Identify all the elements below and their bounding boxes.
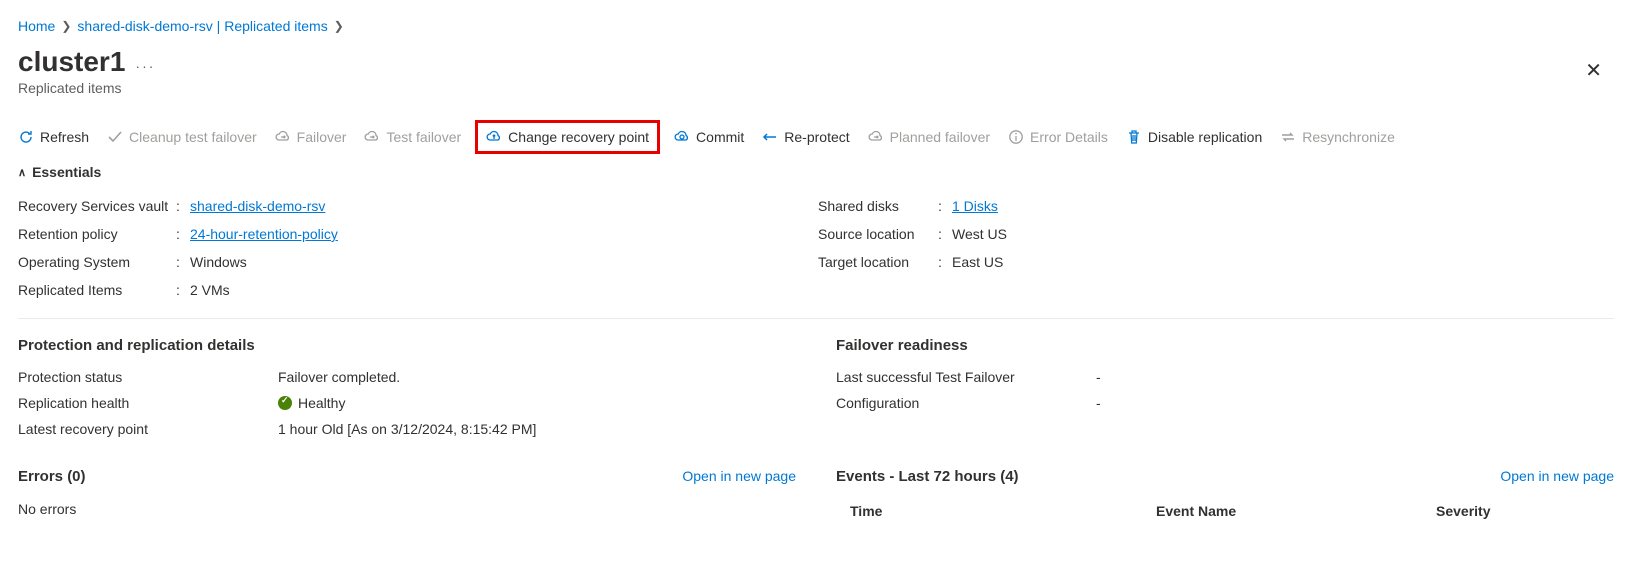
chevron-right-icon: ❯ bbox=[334, 19, 344, 33]
commit-button[interactable]: Commit bbox=[674, 129, 744, 145]
page-subtitle: Replicated items bbox=[18, 80, 1614, 96]
reprotect-button[interactable]: Re-protect bbox=[762, 129, 849, 145]
test-failover-label: Test failover bbox=[386, 129, 461, 145]
change-recovery-point-button[interactable]: Change recovery point bbox=[475, 120, 660, 154]
errors-open-link[interactable]: Open in new page bbox=[682, 468, 796, 484]
ess-ret-link[interactable]: 24-hour-retention-policy bbox=[190, 226, 338, 242]
ess-rep-label: Replicated Items bbox=[18, 282, 176, 298]
refresh-icon bbox=[18, 129, 34, 145]
cloud-arrow-icon bbox=[275, 129, 291, 145]
test-failover-button: Test failover bbox=[364, 129, 461, 145]
planned-failover-label: Planned failover bbox=[890, 129, 990, 145]
cleanup-label: Cleanup test failover bbox=[129, 129, 257, 145]
breadcrumb-home[interactable]: Home bbox=[18, 18, 55, 34]
last-test-label: Last successful Test Failover bbox=[836, 369, 1096, 385]
ess-ret-label: Retention policy bbox=[18, 226, 176, 242]
ess-tgt-value: East US bbox=[952, 254, 1003, 270]
check-icon bbox=[107, 129, 123, 145]
failover-button: Failover bbox=[275, 129, 347, 145]
info-icon bbox=[1008, 129, 1024, 145]
ess-rsv-label: Recovery Services vault bbox=[18, 198, 176, 214]
no-errors-text: No errors bbox=[18, 497, 796, 521]
more-icon[interactable]: ··· bbox=[135, 58, 155, 74]
events-header: Events - Last 72 hours (4) bbox=[836, 468, 1019, 485]
swap-icon bbox=[1280, 129, 1296, 145]
change-rp-label: Change recovery point bbox=[508, 129, 649, 145]
health-ok-icon bbox=[278, 396, 292, 410]
disable-replication-button[interactable]: Disable replication bbox=[1126, 129, 1262, 145]
config-label: Configuration bbox=[836, 395, 1096, 411]
disable-rep-label: Disable replication bbox=[1148, 129, 1262, 145]
protection-status-value: Failover completed. bbox=[278, 369, 400, 385]
ess-rep-value: 2 VMs bbox=[190, 282, 230, 298]
errors-header: Errors (0) bbox=[18, 468, 86, 485]
reprotect-label: Re-protect bbox=[784, 129, 849, 145]
cloud-arrow-icon bbox=[364, 129, 380, 145]
arrow-left-icon bbox=[762, 129, 778, 145]
trash-icon bbox=[1126, 129, 1142, 145]
readiness-header: Failover readiness bbox=[836, 337, 1614, 354]
essentials-label: Essentials bbox=[32, 164, 101, 180]
essentials-toggle[interactable]: ∧ Essentials bbox=[18, 164, 1614, 180]
events-col-severity: Severity bbox=[1436, 503, 1614, 519]
latest-rp-value: 1 hour Old [As on 3/12/2024, 8:15:42 PM] bbox=[278, 421, 536, 437]
essentials-grid: Recovery Services vault : shared-disk-de… bbox=[18, 192, 1614, 304]
latest-rp-label: Latest recovery point bbox=[18, 421, 278, 437]
failover-label: Failover bbox=[297, 129, 347, 145]
error-details-label: Error Details bbox=[1030, 129, 1108, 145]
protection-status-label: Protection status bbox=[18, 369, 278, 385]
replication-health-label: Replication health bbox=[18, 395, 278, 411]
chevron-right-icon: ❯ bbox=[61, 19, 71, 33]
resync-label: Resynchronize bbox=[1302, 129, 1395, 145]
protection-header: Protection and replication details bbox=[18, 337, 796, 354]
last-test-value: - bbox=[1096, 369, 1101, 385]
page-title: cluster1 bbox=[18, 46, 125, 78]
ess-sd-label: Shared disks bbox=[818, 198, 938, 214]
command-bar: Refresh Cleanup test failover Failover T… bbox=[18, 124, 1614, 158]
cloud-up-icon bbox=[486, 129, 502, 145]
error-details-button: Error Details bbox=[1008, 129, 1108, 145]
events-col-name: Event Name bbox=[1156, 503, 1436, 519]
separator bbox=[18, 318, 1614, 319]
cloud-sync-icon bbox=[674, 129, 690, 145]
planned-failover-button: Planned failover bbox=[868, 129, 990, 145]
refresh-button[interactable]: Refresh bbox=[18, 129, 89, 145]
refresh-label: Refresh bbox=[40, 129, 89, 145]
cloud-arrow-icon bbox=[868, 129, 884, 145]
ess-rsv-link[interactable]: shared-disk-demo-rsv bbox=[190, 198, 325, 214]
cleanup-test-failover-button: Cleanup test failover bbox=[107, 129, 257, 145]
chevron-up-icon: ∧ bbox=[18, 166, 26, 179]
commit-label: Commit bbox=[696, 129, 744, 145]
resynchronize-button: Resynchronize bbox=[1280, 129, 1395, 145]
ess-src-label: Source location bbox=[818, 226, 938, 242]
breadcrumb-path[interactable]: shared-disk-demo-rsv | Replicated items bbox=[77, 18, 327, 34]
ess-tgt-label: Target location bbox=[818, 254, 938, 270]
ess-src-value: West US bbox=[952, 226, 1007, 242]
events-col-time: Time bbox=[836, 503, 1156, 519]
close-icon[interactable]: ✕ bbox=[1585, 58, 1602, 83]
ess-sd-link[interactable]: 1 Disks bbox=[952, 198, 998, 214]
title-row: cluster1 ··· bbox=[18, 44, 1614, 78]
config-value: - bbox=[1096, 395, 1101, 411]
replication-health-value: Healthy bbox=[278, 395, 345, 411]
ess-os-value: Windows bbox=[190, 254, 247, 270]
events-open-link[interactable]: Open in new page bbox=[1500, 468, 1614, 484]
events-table-header: Time Event Name Severity bbox=[836, 497, 1614, 525]
ess-os-label: Operating System bbox=[18, 254, 176, 270]
breadcrumb: Home ❯ shared-disk-demo-rsv | Replicated… bbox=[18, 18, 1614, 34]
